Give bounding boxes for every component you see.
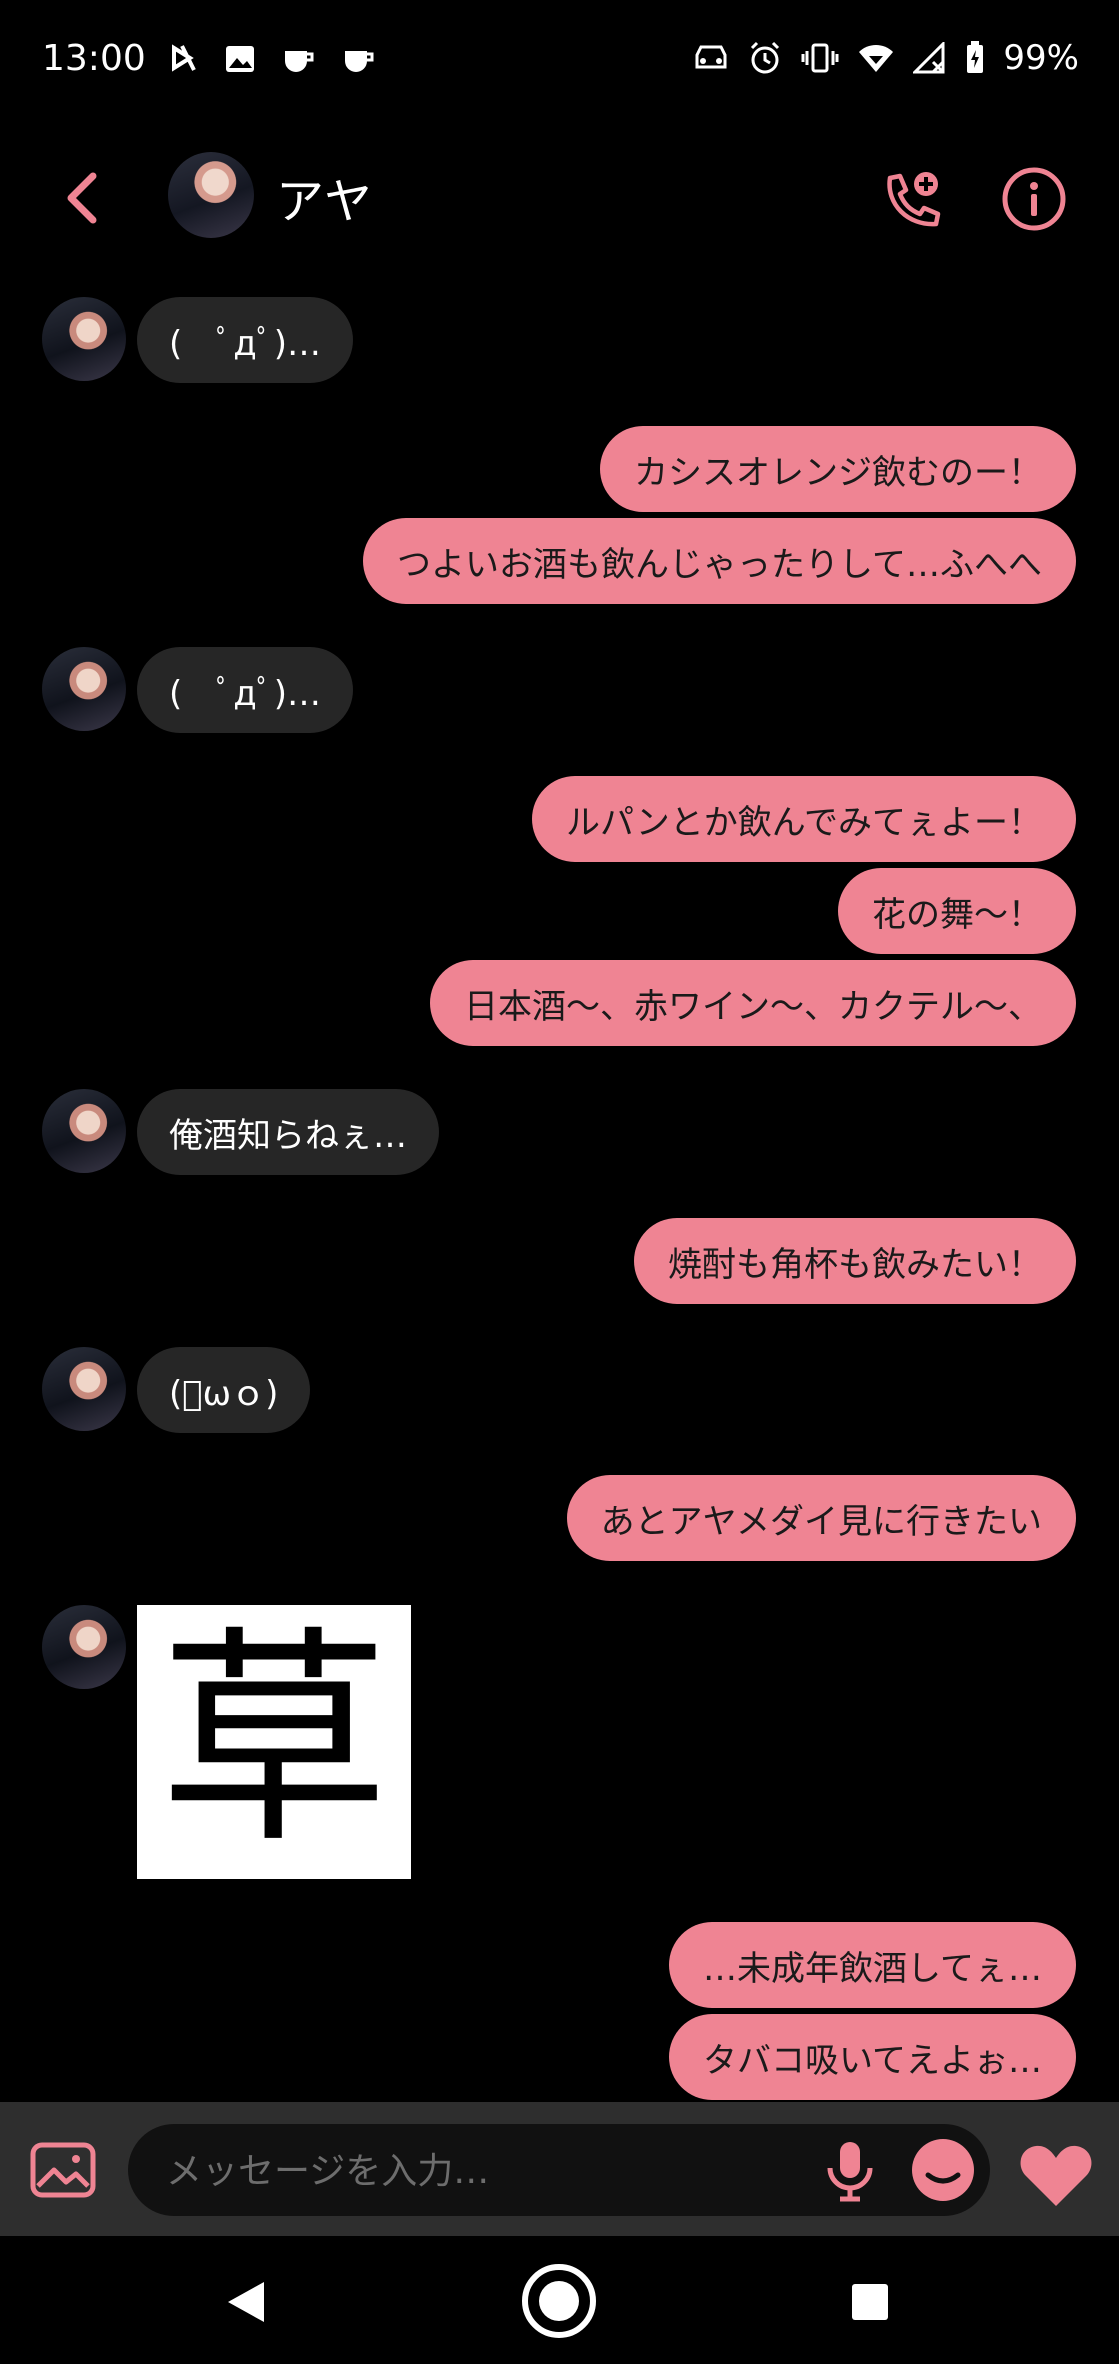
sent-message[interactable]: つよいお酒も飲んじゃったりして…ふへへ <box>363 518 1076 604</box>
sent-message[interactable]: あとアヤメダイ見に行きたい <box>566 1475 1076 1561</box>
heart-icon[interactable] <box>1018 2142 1094 2208</box>
add-call-icon[interactable] <box>878 168 944 234</box>
message-composer <box>0 2102 1119 2236</box>
nav-recents-icon[interactable] <box>850 2282 890 2322</box>
sent-message[interactable]: 日本酒〜、赤ワイン〜、カクテル〜、 <box>430 960 1076 1046</box>
status-bar: 13:00 99% <box>0 0 1119 125</box>
sent-message[interactable]: 花の舞〜！ <box>838 868 1076 954</box>
wifi-icon <box>859 44 894 72</box>
sent-message[interactable]: …未成年飲酒してぇ… <box>669 1922 1076 2008</box>
nav-back-icon[interactable] <box>222 2278 270 2326</box>
sent-message[interactable]: カシスオレンジ飲むのー！ <box>600 426 1076 512</box>
message-input[interactable] <box>164 2124 808 2218</box>
sticker-glyph: 草 <box>158 1608 389 1875</box>
sender-avatar[interactable] <box>42 647 126 731</box>
sender-avatar[interactable] <box>42 1605 126 1689</box>
sender-avatar[interactable] <box>42 297 126 381</box>
message-input-container <box>128 2124 990 2218</box>
received-message[interactable]: 俺酒知らねぇ… <box>137 1089 439 1175</box>
sent-message[interactable]: タバコ吸いてえよぉ… <box>669 2014 1076 2100</box>
media-icon <box>172 44 196 72</box>
contact-name[interactable]: アヤ <box>276 162 372 232</box>
sent-message[interactable]: 焼酎も角杯も飲みたい！ <box>634 1218 1076 1304</box>
received-message[interactable]: ( ﾟдﾟ)… <box>137 647 354 733</box>
sent-message[interactable]: ルパンとか飲んでみてぇよー！ <box>532 776 1076 862</box>
alarm-icon <box>751 41 780 74</box>
back-arrow-icon[interactable] <box>55 168 115 228</box>
info-icon[interactable] <box>1000 165 1068 233</box>
battery-percent: 99% <box>1003 38 1079 78</box>
received-message[interactable]: (ﾟωｏ) <box>137 1347 311 1433</box>
contact-avatar[interactable] <box>168 152 254 238</box>
sender-avatar[interactable] <box>42 1347 126 1431</box>
system-nav-bar <box>0 2236 1119 2364</box>
cup-icon <box>285 51 314 72</box>
emoji-icon[interactable] <box>910 2137 976 2203</box>
nav-home-icon[interactable] <box>520 2262 598 2340</box>
car-icon <box>695 45 727 69</box>
battery-icon <box>967 41 984 73</box>
status-time: 13:00 <box>42 38 146 79</box>
chat-header: アヤ <box>0 140 1119 260</box>
signal-icon <box>913 42 945 74</box>
image-icon <box>226 46 254 72</box>
sender-avatar[interactable] <box>42 1089 126 1173</box>
sticker-message[interactable]: 草 <box>137 1605 411 1879</box>
gallery-icon[interactable] <box>30 2142 96 2198</box>
cup-icon <box>345 51 374 72</box>
vibrate-icon <box>801 43 839 73</box>
microphone-icon[interactable] <box>818 2138 882 2202</box>
received-message[interactable]: ( ﾟдﾟ)… <box>137 297 354 383</box>
